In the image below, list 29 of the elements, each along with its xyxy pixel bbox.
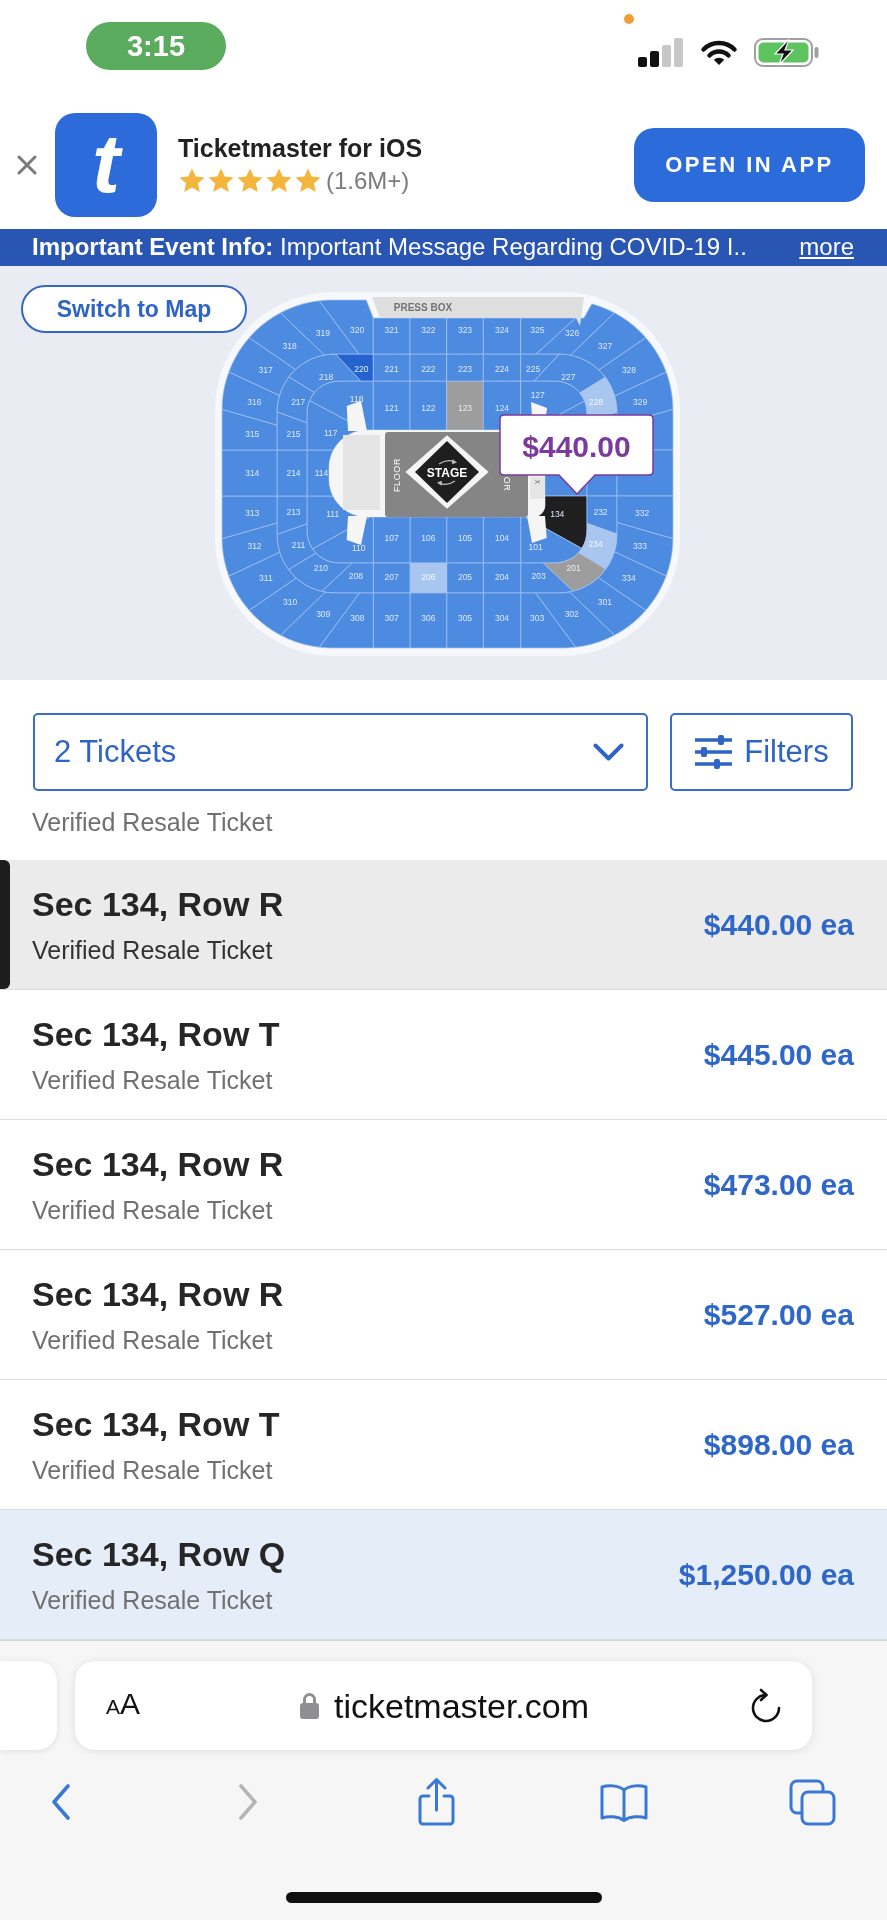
listing-subtitle: Verified Resale Ticket <box>32 934 273 965</box>
listing-subtitle: Verified Resale Ticket <box>32 1194 273 1225</box>
status-time: 3:15 <box>86 22 226 70</box>
stage-label: STAGE <box>426 465 468 480</box>
rating-count: (1.6M+) <box>326 166 410 196</box>
listing-price: $898.00 ea <box>703 1426 854 1463</box>
press-box-label: PRESS BOX <box>393 302 453 313</box>
listing-subtitle: Verified Resale Ticket <box>32 1454 273 1485</box>
listing-price: $1,250.00 ea <box>678 1556 854 1593</box>
url-text: ticketmaster.com <box>333 1685 590 1726</box>
listing-subtitle: Verified Resale Ticket <box>32 1324 273 1355</box>
floor-label: OR <box>502 476 512 492</box>
listing-title: Sec 134, Row R <box>32 884 284 923</box>
listing-title: Sec 134, Row T <box>32 1404 280 1443</box>
floor-label: FLOOR <box>392 458 402 492</box>
listing-price: $445.00 ea <box>703 1036 854 1073</box>
listing-price: $440.00 ea <box>703 906 854 943</box>
listing-title: Sec 134, Row Q <box>32 1534 286 1573</box>
listing-subtitle: Verified Resale Ticket <box>32 1064 273 1095</box>
app-title: Ticketmaster for iOS <box>178 133 423 163</box>
event-info-message: Important Event Info: Important Message Regarding COVID-19 I.. <box>32 231 747 262</box>
listing-title: Sec 134, Row T <box>32 1014 280 1053</box>
listing-title: Sec 134, Row R <box>32 1144 284 1183</box>
app-logo: t <box>55 112 157 217</box>
listing-subtitle: Verified Resale Ticket <box>32 808 273 836</box>
listing-title: Sec 134, Row R <box>32 1274 284 1313</box>
listing-subtitle: Verified Resale Ticket <box>32 1584 273 1615</box>
listing-price: $527.00 ea <box>703 1296 854 1333</box>
listing-price: $473.00 ea <box>703 1166 854 1203</box>
